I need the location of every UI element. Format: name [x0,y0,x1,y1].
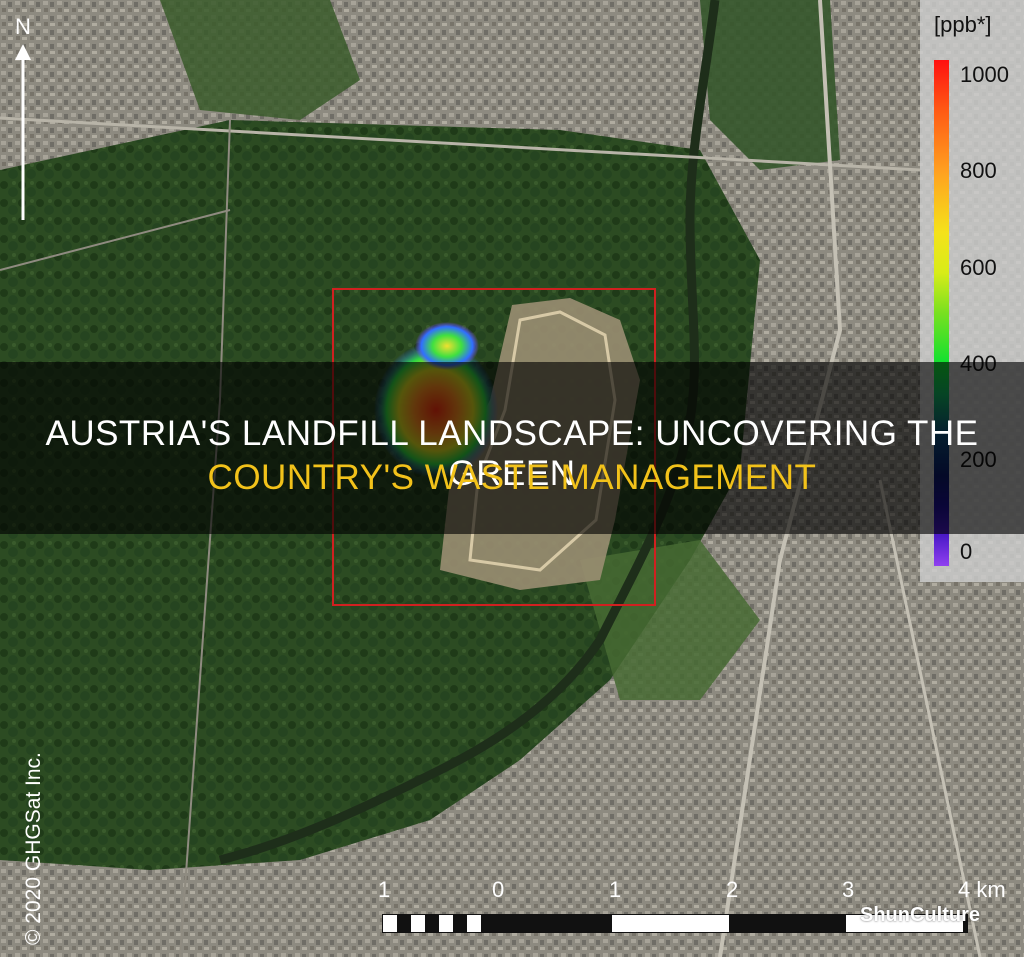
scale-segment [467,915,481,932]
scale-segment [411,915,425,932]
legend-unit: [ppb*] [934,12,992,37]
scale-segment [425,915,439,932]
scale-label: 1 [609,877,622,902]
scale-segment [383,915,397,932]
title-line-2: COUNTRY'S WASTE MANAGEMENT [207,458,817,497]
north-label: N [15,14,31,39]
scale-segment [729,915,846,932]
north-indicator: N [10,14,36,220]
scale-segment [612,915,729,932]
title-banner: AUSTRIA'S LANDFILL LANDSCAPE: UNCOVERING… [0,362,1024,534]
legend-tick: 1000 [960,62,1009,87]
scale-label: 1 [378,877,391,902]
legend-tick: 0 [960,539,973,564]
copyright-notice: © 2020 GHGSat Inc. [22,752,45,945]
scale-label: 2 [726,877,739,902]
watermark: ShunCulture [860,904,980,926]
scale-segment [397,915,411,932]
scale-label: 4 km [958,877,1006,902]
scale-segment [453,915,467,932]
legend-tick: 800 [960,158,997,183]
scale-label: 0 [492,877,505,902]
scale-segment [481,915,495,932]
legend-tick: 600 [960,255,997,280]
scale-segment [439,915,453,932]
scale-segment [495,915,612,932]
north-arrow-icon [15,44,31,220]
scale-label: 3 [842,877,855,902]
